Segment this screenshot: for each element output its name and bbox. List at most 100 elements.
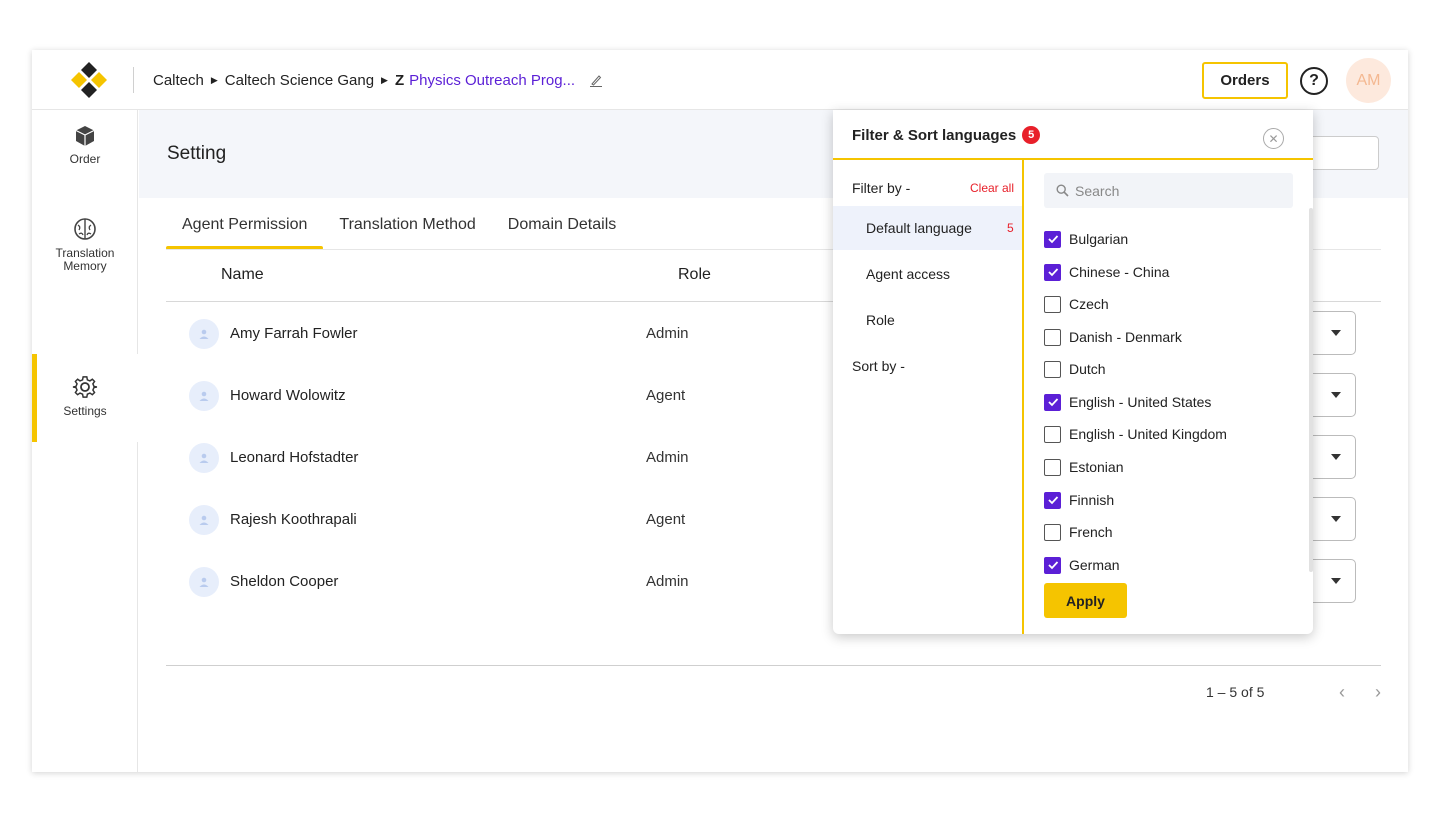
logo-divider <box>133 67 134 93</box>
pencil-icon[interactable] <box>589 73 603 87</box>
table-footer-divider <box>166 665 1381 666</box>
checkbox-checked-icon[interactable] <box>1044 263 1061 281</box>
sidebar-item-label: Translation Memory <box>55 246 115 273</box>
language-options: Search Bulgarian Chinese - China Czech D… <box>1026 160 1313 634</box>
language-option[interactable]: Estonian <box>1044 457 1123 477</box>
language-option[interactable]: Czech <box>1044 294 1109 314</box>
user-avatar-icon <box>189 443 219 473</box>
sort-by-label: Sort by - <box>852 358 905 374</box>
filter-header: Filter & Sort languages 5 ✕ <box>833 110 1313 160</box>
pagination-range: 1 – 5 of 5 <box>1206 684 1265 700</box>
row-role: Admin <box>646 573 689 590</box>
breadcrumb-team[interactable]: Caltech Science Gang <box>225 72 374 89</box>
filter-item-agent-access[interactable]: Agent access <box>833 252 1022 296</box>
row-role: Admin <box>646 325 689 342</box>
search-icon <box>1056 184 1069 197</box>
tab-bar: Agent Permission Translation Method Doma… <box>166 210 632 250</box>
language-label: Bulgarian <box>1069 231 1129 247</box>
checkbox-checked-icon[interactable] <box>1044 556 1061 574</box>
breadcrumb-arrow-icon: ▶ <box>381 74 388 85</box>
filter-by-label: Filter by - <box>852 180 911 196</box>
user-avatar-icon <box>189 505 219 535</box>
checkbox-unchecked-icon[interactable] <box>1044 360 1061 378</box>
apply-button[interactable]: Apply <box>1044 583 1127 618</box>
checkbox-unchecked-icon[interactable] <box>1044 328 1061 346</box>
top-bar: Caltech ▶ Caltech Science Gang ▶ Z Physi… <box>32 50 1408 110</box>
language-label: English - United Kingdom <box>1069 426 1227 442</box>
row-dropdown[interactable] <box>1308 559 1356 603</box>
user-avatar-icon <box>189 319 219 349</box>
row-name: Leonard Hofstadter <box>230 449 359 466</box>
language-option[interactable]: English - United States <box>1044 392 1211 412</box>
filter-item-label: Role <box>866 312 895 328</box>
language-option[interactable]: Bulgarian <box>1044 229 1128 249</box>
column-header-role: Role <box>678 266 711 283</box>
sidebar-item-settings[interactable]: Settings <box>32 354 138 442</box>
language-option[interactable]: German <box>1044 555 1120 575</box>
language-label: Chinese - China <box>1069 264 1170 280</box>
orders-button[interactable]: Orders <box>1202 62 1288 99</box>
help-icon[interactable]: ? <box>1300 67 1328 95</box>
row-role: Agent <box>646 511 686 528</box>
brain-icon <box>74 218 96 240</box>
language-option[interactable]: French <box>1044 522 1113 542</box>
page-title: Setting <box>167 143 227 164</box>
checkbox-unchecked-icon[interactable] <box>1044 425 1061 443</box>
user-avatar[interactable]: AM <box>1346 58 1391 103</box>
breadcrumb-arrow-icon: ▶ <box>210 74 218 85</box>
language-option[interactable]: Chinese - China <box>1044 262 1169 282</box>
language-list-scrollbar[interactable] <box>1309 208 1313 572</box>
search-placeholder: Search <box>1075 182 1120 199</box>
filter-item-label: Agent access <box>866 266 951 282</box>
language-label: Finnish <box>1069 492 1115 508</box>
row-name: Sheldon Cooper <box>230 573 339 590</box>
close-icon[interactable]: ✕ <box>1263 128 1284 149</box>
language-label: Estonian <box>1069 459 1124 475</box>
row-role: Agent <box>646 387 686 404</box>
row-dropdown[interactable] <box>1308 435 1356 479</box>
row-dropdown[interactable] <box>1308 311 1356 355</box>
column-header-name: Name <box>221 266 264 283</box>
breadcrumb-current-project[interactable]: Physics Outreach Prog... <box>409 72 575 89</box>
checkbox-unchecked-icon[interactable] <box>1044 458 1061 476</box>
tab-translation-method[interactable]: Translation Method <box>323 210 491 250</box>
tab-domain-details[interactable]: Domain Details <box>492 210 632 250</box>
chevron-down-icon <box>1331 330 1341 336</box>
checkbox-unchecked-icon[interactable] <box>1044 295 1061 313</box>
language-label: Danish - Denmark <box>1069 329 1182 345</box>
language-label: German <box>1069 557 1120 573</box>
chevron-down-icon <box>1331 578 1341 584</box>
row-name: Amy Farrah Fowler <box>230 325 358 342</box>
filter-count-badge: 5 <box>1022 126 1041 144</box>
sidebar-item-order[interactable]: Order <box>32 124 138 186</box>
checkbox-unchecked-icon[interactable] <box>1044 523 1061 541</box>
checkbox-checked-icon[interactable] <box>1044 491 1061 509</box>
filter-item-count: 5 <box>1007 221 1014 235</box>
box-icon <box>75 126 95 146</box>
filter-item-role[interactable]: Role <box>833 298 1022 342</box>
filter-title: Filter & Sort languages 5 <box>852 126 1041 144</box>
breadcrumb-org[interactable]: Caltech <box>153 72 204 89</box>
language-search-input[interactable]: Search <box>1044 173 1293 208</box>
row-dropdown[interactable] <box>1308 373 1356 417</box>
row-dropdown[interactable] <box>1308 497 1356 541</box>
language-option[interactable]: Dutch <box>1044 359 1106 379</box>
user-avatar-icon <box>189 567 219 597</box>
language-option[interactable]: English - United Kingdom <box>1044 424 1227 444</box>
checkbox-checked-icon[interactable] <box>1044 393 1061 411</box>
next-page-icon[interactable]: › <box>1375 682 1381 703</box>
checkbox-checked-icon[interactable] <box>1044 230 1061 248</box>
gear-icon <box>72 376 98 398</box>
tab-agent-permission[interactable]: Agent Permission <box>166 210 324 250</box>
filter-categories: Filter by - Clear all Default language 5… <box>833 160 1024 634</box>
sidebar-item-translation-memory[interactable]: Translation Memory <box>32 216 138 290</box>
prev-page-icon[interactable]: ‹ <box>1339 682 1345 703</box>
language-option[interactable]: Finnish <box>1044 490 1114 510</box>
logo-icon[interactable] <box>70 61 108 99</box>
clear-all-link[interactable]: Clear all <box>970 181 1014 195</box>
filter-item-default-language[interactable]: Default language 5 <box>833 206 1022 250</box>
breadcrumb: Caltech ▶ Caltech Science Gang ▶ Z Physi… <box>153 50 603 110</box>
language-label: English - United States <box>1069 394 1212 410</box>
language-option[interactable]: Danish - Denmark <box>1044 327 1182 347</box>
language-label: Dutch <box>1069 361 1106 377</box>
